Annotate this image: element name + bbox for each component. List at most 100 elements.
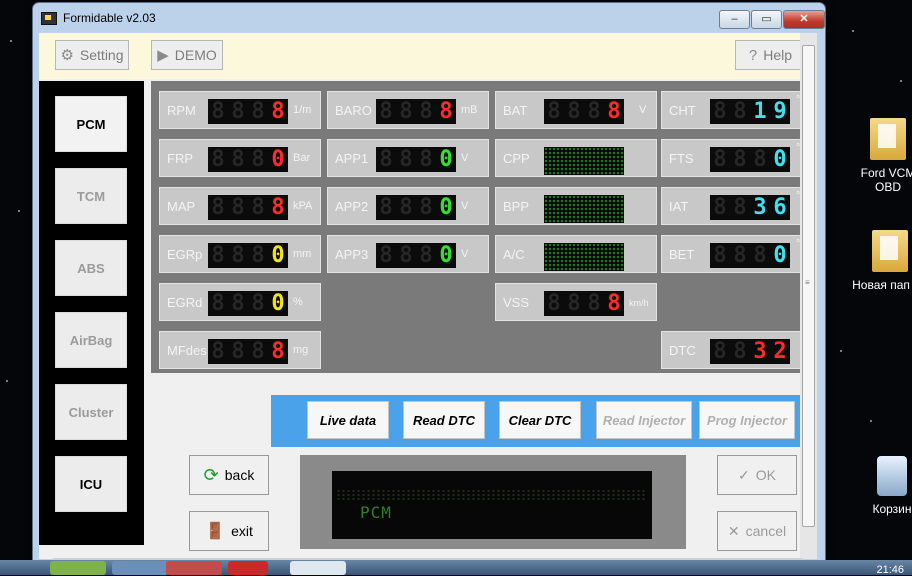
segment-digit: 8 (733, 339, 747, 364)
demo-button[interactable]: ▶ DEMO (151, 40, 223, 70)
taskbar-app-icon[interactable] (228, 561, 268, 575)
read-injector-button[interactable]: Read Injector (596, 401, 692, 439)
lcd-dot-row (336, 489, 646, 501)
ok-button[interactable]: ✓ OK (717, 455, 797, 495)
gear-icon: ⚙ (60, 47, 74, 64)
exit-button[interactable]: 🚪 exit (189, 511, 269, 551)
module-icu[interactable]: ICU (55, 456, 127, 512)
desktop-icon-recycle-bin[interactable]: Корзин (862, 456, 912, 516)
segment-digit: 8 (753, 243, 767, 268)
gauge-bat: BAT 8888 V (495, 91, 657, 129)
help-button[interactable]: ? Help (735, 40, 805, 70)
gauge-label: MAP (167, 199, 196, 214)
seven-seg-display: 8836 (710, 195, 790, 220)
segment-digit: 8 (713, 243, 727, 268)
gauge-ac: A/C (495, 235, 657, 273)
module-tcm[interactable]: TCM (55, 168, 127, 224)
minimize-button[interactable]: ‒ (719, 10, 750, 29)
segment-digit: 8 (419, 147, 433, 172)
seven-seg-display: 8880 (376, 147, 456, 172)
gauge-egrd: EGRd 8880 % (159, 283, 321, 321)
gauge-bet: BET 8880 ° (661, 235, 801, 273)
taskbar-app-icon[interactable] (112, 561, 168, 575)
segment-digit: 8 (547, 291, 561, 316)
segment-digit: 8 (607, 291, 621, 316)
seven-seg-display: 8880 (376, 243, 456, 268)
folder-icon (872, 230, 908, 272)
desktop-icon-label: Корзин (872, 502, 912, 516)
module-abs[interactable]: ABS (55, 240, 127, 296)
close-button[interactable]: ✕ (783, 10, 825, 29)
segment-digit: 8 (419, 99, 433, 124)
segment-digit: 8 (231, 243, 245, 268)
check-icon: ✓ (738, 466, 750, 483)
setting-label: Setting (79, 47, 124, 63)
gauge-label: RPM (167, 103, 196, 118)
segment-digit: 8 (251, 291, 265, 316)
seven-seg-display: 8880 (208, 243, 288, 268)
seven-seg-display: 8819 (710, 99, 790, 124)
cancel-x-icon: ✕ (727, 522, 740, 539)
gauge-unit: Bar (293, 152, 311, 164)
segment-digit: 8 (567, 99, 581, 124)
segment-digit: 8 (271, 99, 285, 124)
segment-digit: 0 (439, 195, 453, 220)
segment-digit: 0 (271, 147, 285, 172)
cancel-button[interactable]: ✕ cancel (717, 511, 797, 551)
module-airbag[interactable]: AirBag (55, 312, 127, 368)
segment-digit: 8 (211, 147, 225, 172)
segment-digit: 8 (587, 99, 601, 124)
taskbar-app-icon[interactable] (166, 561, 222, 575)
desktop-icon-new-folder[interactable]: Новая пап (2) (852, 230, 912, 292)
gauge-label: CPP (503, 151, 530, 166)
segment-digit: 8 (419, 243, 433, 268)
segment-digit: 0 (773, 243, 787, 268)
cancel-label: cancel (745, 523, 787, 539)
clear-dtc-button[interactable]: Clear DTC (499, 401, 581, 439)
ok-label: OK (755, 467, 776, 483)
desktop-icon-label: Новая пап (2) (852, 278, 912, 292)
seven-seg-display: 8880 (376, 195, 456, 220)
title-bar[interactable]: Formidable v2.03 ‒ ▭ ✕ (33, 3, 825, 33)
segment-digit: 8 (251, 147, 265, 172)
read-dtc-button[interactable]: Read DTC (403, 401, 485, 439)
segment-digit: 8 (211, 99, 225, 124)
setting-button[interactable]: ⚙ Setting (55, 40, 129, 70)
back-button[interactable]: ⟳ back (189, 455, 269, 495)
window-title: Formidable v2.03 (63, 11, 156, 25)
maximize-button[interactable]: ▭ (751, 10, 782, 29)
segment-digit: 8 (713, 147, 727, 172)
segment-digit: 0 (439, 243, 453, 268)
segment-digit: 8 (379, 195, 393, 220)
module-pcm[interactable]: PCM (55, 96, 127, 152)
taskbar-active-app[interactable] (290, 561, 346, 575)
gauge-iat: IAT 8836 ° (661, 187, 801, 225)
gauge-label: FTS (669, 151, 694, 166)
gauge-map: MAP 8888 kPA (159, 187, 321, 225)
segment-digit: 8 (379, 243, 393, 268)
gauge-label: BET (669, 247, 695, 262)
segment-digit: 0 (439, 147, 453, 172)
gauge-label: FRP (167, 151, 193, 166)
prog-injector-button[interactable]: Prog Injector (699, 401, 795, 439)
segment-digit: 8 (379, 99, 393, 124)
gauge-mfdes: MFdes 8888 mg (159, 331, 321, 369)
desktop-icon-ford-vcm[interactable]: Ford VCM OBD (858, 118, 912, 194)
gauge-label: BAT (503, 103, 528, 118)
gauge-app1: APP1 8880 V (327, 139, 489, 177)
gauge-unit: mm (293, 248, 312, 260)
segment-digit: 8 (251, 195, 265, 220)
segment-digit: 8 (211, 339, 225, 364)
taskbar-app-icon[interactable] (50, 561, 106, 575)
back-label: back (224, 467, 255, 483)
module-cluster[interactable]: Cluster (55, 384, 127, 440)
vertical-scrollbar[interactable]: ≡ (800, 33, 817, 559)
segment-digit: 8 (733, 243, 747, 268)
segment-digit: 8 (231, 195, 245, 220)
seven-seg-display: 8888 (376, 99, 456, 124)
grip-icon: ≡ (805, 278, 810, 287)
live-data-button[interactable]: Live data (307, 401, 389, 439)
folder-icon (870, 118, 906, 160)
gauge-unit: kPA (293, 200, 313, 212)
toolbar: ⚙ Setting ▶ DEMO ? Help (39, 33, 805, 79)
